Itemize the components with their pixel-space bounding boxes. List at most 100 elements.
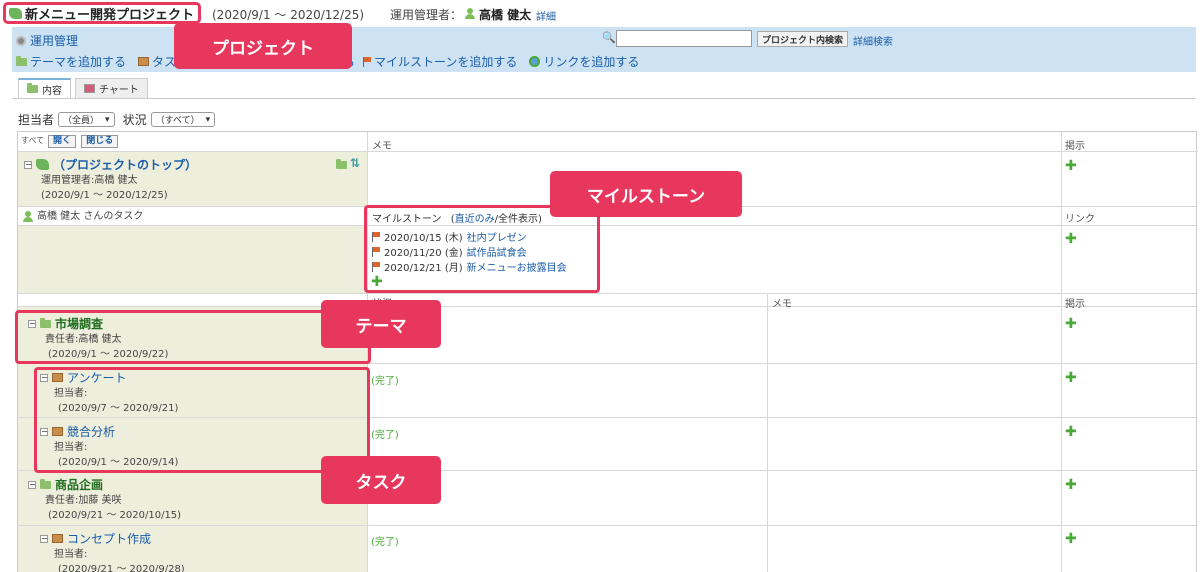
annotation-task: タスク xyxy=(321,456,441,504)
user-tasks-row: 高橋 健太 さんのタスク xyxy=(23,209,143,224)
view-tabs: 内容 チャート xyxy=(18,78,148,98)
tab-divider xyxy=(12,98,1196,99)
folder-icon xyxy=(27,83,38,93)
row-divider xyxy=(18,306,1198,307)
project-icon xyxy=(36,159,49,170)
memo-header: メモ xyxy=(372,141,392,152)
tree-cell-user xyxy=(18,225,367,293)
detail-link[interactable]: 詳細 xyxy=(536,8,556,23)
assignee-select[interactable]: （全員） ▾ xyxy=(58,112,115,127)
task-assignee: 担当者: xyxy=(54,549,88,560)
link-header: リンク xyxy=(1065,214,1095,225)
annotation-project: プロジェクト xyxy=(174,23,352,69)
project-icon xyxy=(9,7,22,19)
row-divider xyxy=(18,151,1198,152)
task-node: − コンセプト作成 担当者: (2020/9/21 〜 2020/9/28) xyxy=(40,530,185,572)
task-period: (2020/9/21 〜 2020/9/28) xyxy=(58,564,185,572)
add-board-icon[interactable]: ✚ xyxy=(1065,371,1077,385)
milestone-highlight xyxy=(364,205,600,293)
task-title[interactable]: コンセプト作成 xyxy=(67,530,151,547)
tab-content-label: 内容 xyxy=(42,85,62,97)
box-icon xyxy=(52,534,63,543)
gear-icon xyxy=(16,35,26,46)
search-input[interactable] xyxy=(616,30,752,47)
board-header-2: 掲示 xyxy=(1065,299,1085,310)
tab-chart[interactable]: チャート xyxy=(75,78,148,98)
folder-icon xyxy=(16,55,27,66)
chart-icon xyxy=(84,84,95,93)
row-divider xyxy=(18,525,1198,526)
add-board-icon[interactable]: ✚ xyxy=(1065,159,1077,173)
memo-header-2: メモ xyxy=(772,299,792,310)
row-divider xyxy=(18,225,1198,226)
close-all-button[interactable]: 閉じる xyxy=(81,135,119,148)
annotation-milestone: マイルストーン xyxy=(550,171,742,217)
theme-node: − 商品企画 責任者:加藤 美咲 (2020/9/21 〜 2020/10/15… xyxy=(28,476,181,523)
add-theme-link[interactable]: テーマを追加する xyxy=(16,53,126,70)
project-top-node: − （プロジェクトのトップ） 運用管理者:高橋 健太 (2020/9/1 〜 2… xyxy=(24,156,197,203)
chevron-down-icon: ▾ xyxy=(105,114,110,125)
task-status: (完了) xyxy=(371,537,399,548)
add-link-link[interactable]: リンクを追加する xyxy=(529,53,639,70)
flag-icon xyxy=(363,56,371,67)
assignee-select-value: （全員） xyxy=(63,116,100,126)
filters: 担当者 （全員） ▾ 状況 （すべて） ▾ xyxy=(18,111,216,128)
person-icon xyxy=(465,8,475,19)
folder-icon[interactable] xyxy=(336,159,347,169)
folder-icon xyxy=(40,478,51,489)
admin-link[interactable]: 運用管理 xyxy=(30,32,78,49)
row-divider xyxy=(18,293,1198,294)
manager-name: 高橋 健太 xyxy=(479,8,532,22)
task-status: (完了) xyxy=(371,376,399,387)
chevron-down-icon: ▾ xyxy=(205,114,211,125)
add-board-icon[interactable]: ✚ xyxy=(1065,532,1077,546)
all-label: すべて xyxy=(21,136,45,145)
add-link-label: リンクを追加する xyxy=(543,55,640,69)
add-milestone-link[interactable]: マイルストーンを追加する xyxy=(363,53,517,70)
project-top-manager: 運用管理者:高橋 健太 xyxy=(41,175,138,186)
assignee-label: 担当者 xyxy=(18,113,55,127)
col-divider xyxy=(767,293,768,572)
col-divider xyxy=(1061,132,1062,572)
project-period: (2020/9/1 〜 2020/12/25) xyxy=(212,8,365,22)
project-name: 新メニュー開発プロジェクト xyxy=(25,7,195,23)
add-milestone-label: マイルストーンを追加する xyxy=(374,55,518,69)
status-select[interactable]: （すべて） ▾ xyxy=(150,112,216,127)
tab-content[interactable]: 内容 xyxy=(18,78,71,98)
theme-title[interactable]: 商品企画 xyxy=(55,476,103,493)
collapse-toggle[interactable]: − xyxy=(40,534,48,543)
status-select-value: （すべて） xyxy=(155,116,200,126)
task-highlight xyxy=(34,367,370,473)
add-board-icon[interactable]: ✚ xyxy=(1065,425,1077,439)
board-header: 掲示 xyxy=(1065,141,1085,152)
search-icon: 🔍 xyxy=(602,31,616,44)
add-board-icon[interactable]: ✚ xyxy=(1065,478,1077,492)
add-link-icon[interactable]: ✚ xyxy=(1065,232,1077,246)
project-top-link[interactable]: （プロジェクトのトップ） xyxy=(53,156,197,173)
person-icon xyxy=(23,211,33,222)
collapse-toggle[interactable]: − xyxy=(24,160,32,169)
user-tasks-label: 高橋 健太 さんのタスク xyxy=(37,211,144,222)
advanced-search-link[interactable]: 詳細検索 xyxy=(853,33,893,48)
task-status: (完了) xyxy=(371,430,399,441)
expand-controls: 開く 閉じる xyxy=(46,135,119,148)
tab-chart-label: チャート xyxy=(99,85,139,96)
annotation-theme: テーマ xyxy=(321,300,441,348)
add-task-label: タス xyxy=(152,55,177,69)
link-icon xyxy=(529,56,541,67)
add-theme-label: テーマを追加する xyxy=(30,55,127,69)
sort-icon[interactable]: ⇅ xyxy=(350,156,360,170)
status-label: 状況 xyxy=(122,113,147,127)
search-button[interactable]: プロジェクト内検索 xyxy=(757,31,849,47)
theme-period: (2020/9/21 〜 2020/10/15) xyxy=(48,510,182,521)
theme-owner: 責任者:加藤 美咲 xyxy=(45,495,122,506)
box-icon xyxy=(138,57,150,66)
open-all-button[interactable]: 開く xyxy=(48,135,77,148)
manager-label: 運用管理者： xyxy=(390,8,463,22)
add-board-icon[interactable]: ✚ xyxy=(1065,317,1077,331)
project-top-period: (2020/9/1 〜 2020/12/25) xyxy=(41,190,168,201)
theme-highlight xyxy=(15,310,371,364)
add-task-link[interactable]: タス xyxy=(138,53,176,70)
collapse-toggle[interactable]: − xyxy=(28,480,36,489)
project-title: 新メニュー開発プロジェクト xyxy=(3,2,202,24)
